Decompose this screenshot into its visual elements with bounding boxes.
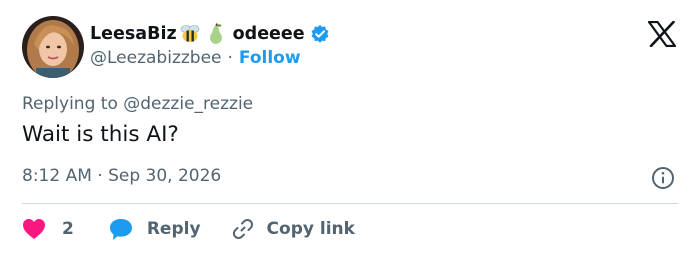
copy-link-label: Copy link: [266, 219, 355, 239]
like-count: 2: [62, 219, 74, 239]
replying-to[interactable]: Replying to @dezzie_rezzie: [22, 94, 253, 114]
separator-dot: ·: [227, 48, 233, 68]
reply-button[interactable]: Reply: [109, 218, 201, 241]
reply-bubble-icon: [109, 218, 133, 241]
timestamp[interactable]: 8:12 AM · Sep 30, 2026: [22, 166, 221, 186]
pear-emoji-icon: [207, 23, 225, 45]
heart-icon: [22, 218, 46, 240]
info-icon[interactable]: [651, 166, 675, 190]
tweet-text: Wait is this AI?: [22, 122, 179, 147]
x-logo-icon[interactable]: [647, 20, 677, 48]
display-name-part2[interactable]: odeeee: [233, 24, 305, 44]
author-name[interactable]: LeesaBiz odeeee: [90, 21, 330, 47]
follow-button[interactable]: Follow: [239, 48, 301, 68]
author-handle[interactable]: @Leezabizzbee: [90, 48, 222, 68]
copy-link-button[interactable]: Copy link: [231, 217, 355, 241]
tweet-card: LeesaBiz odeeee @Leezabizzbee · Follow R…: [0, 0, 700, 256]
avatar[interactable]: [22, 16, 84, 78]
divider: [22, 203, 678, 204]
verified-badge-icon: [310, 24, 330, 44]
reply-label: Reply: [146, 219, 201, 239]
handle-line: @Leezabizzbee · Follow: [90, 48, 301, 68]
like-button[interactable]: 2: [22, 218, 74, 240]
display-name-part1[interactable]: LeesaBiz: [90, 24, 177, 44]
bee-emoji-icon: [179, 24, 201, 44]
action-bar: 2 Reply Copy link: [22, 216, 355, 242]
link-icon: [231, 217, 255, 241]
